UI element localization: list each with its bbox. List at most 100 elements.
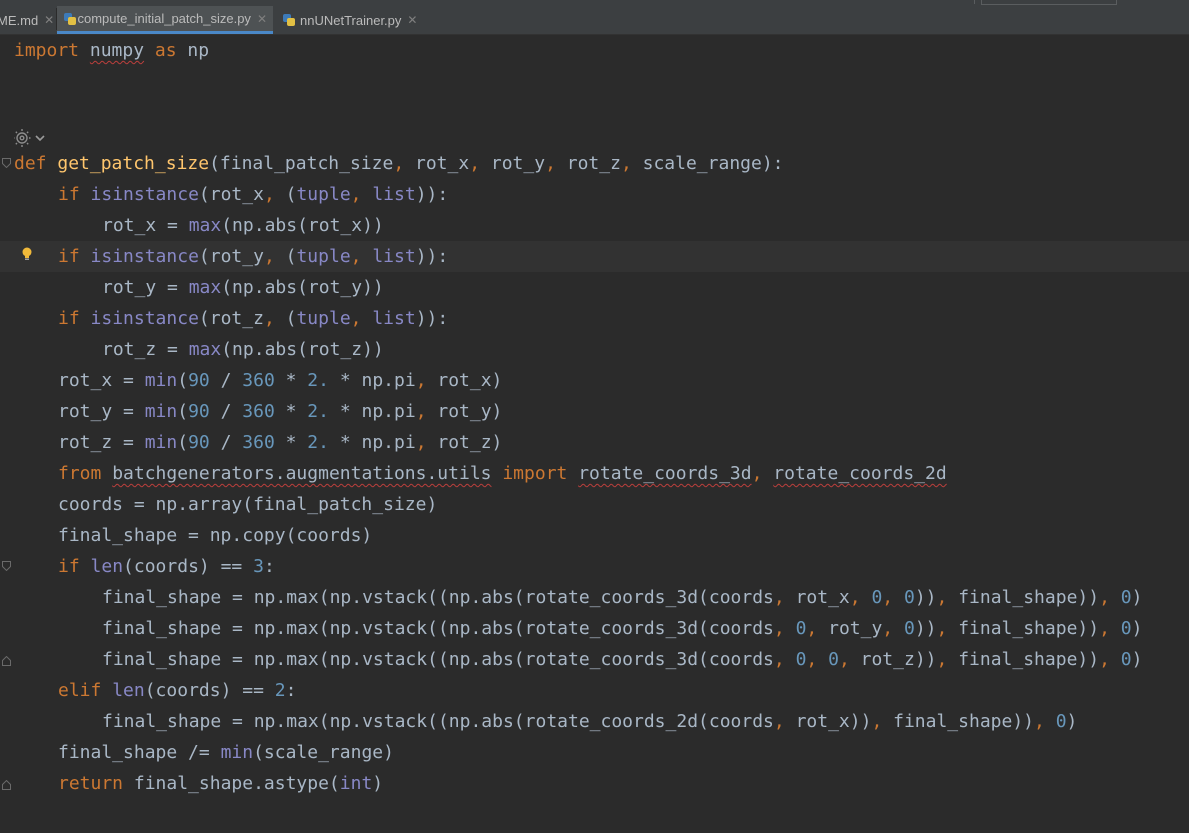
- function-name: get_patch_size: [57, 153, 210, 174]
- text: *: [274, 401, 308, 422]
- gutter-gear-icon[interactable]: [14, 128, 46, 148]
- comma: ,: [806, 649, 818, 670]
- text: final_shape /=: [58, 742, 221, 763]
- text: (: [274, 308, 297, 329]
- comma: ,: [936, 587, 948, 608]
- text: [762, 463, 773, 484]
- comma: ,: [882, 587, 894, 608]
- fold-icon[interactable]: [2, 158, 11, 168]
- text: [362, 246, 373, 267]
- keyword: if: [58, 184, 80, 205]
- builtin: list: [372, 184, 416, 205]
- text: rot_x): [426, 370, 503, 391]
- text: [492, 463, 503, 484]
- tab-compute-initial-patch-size[interactable]: compute_initial_patch_size.py ✕: [57, 6, 273, 34]
- fold-icon[interactable]: [2, 561, 11, 571]
- keyword: import: [14, 40, 80, 61]
- text: (rot_y: [198, 246, 264, 267]
- text: rot_z: [849, 649, 915, 670]
- code-line: if isinstance(rot_x, (tuple, list)):: [0, 179, 1189, 210]
- code-line: final_shape = np.max(np.vstack((np.abs(r…: [0, 613, 1189, 644]
- imported-name: rotate_coords_2d: [773, 463, 947, 484]
- keyword: elif: [58, 680, 102, 701]
- fold-icon[interactable]: [2, 656, 11, 666]
- comma: ,: [393, 153, 405, 174]
- number: 2.: [307, 401, 329, 422]
- text: * np.pi: [328, 401, 416, 422]
- builtin: isinstance: [90, 246, 199, 267]
- text: final_shape = np.max(np.vstack((np.abs(r…: [102, 649, 774, 670]
- keyword: def: [14, 153, 47, 174]
- text: (rot_z: [198, 308, 264, 329]
- comma: ,: [936, 649, 948, 670]
- module-name: numpy: [89, 40, 145, 61]
- code-editor[interactable]: import numpy as np def get_patch_size(fi…: [0, 35, 1189, 833]
- builtin: tuple: [296, 308, 351, 329]
- text: )):: [415, 308, 449, 329]
- text: [80, 184, 91, 205]
- text: (: [177, 370, 189, 391]
- comma: ,: [350, 184, 362, 205]
- number: 0: [1055, 711, 1067, 732]
- text: (np.abs(rot_y)): [221, 277, 384, 298]
- run-config-selector[interactable]: [981, 0, 1117, 5]
- text: ): [1066, 711, 1078, 732]
- comma: ,: [1099, 587, 1110, 608]
- builtin: len: [112, 680, 145, 701]
- comma: ,: [415, 370, 427, 391]
- chevron-down-icon: [35, 135, 45, 142]
- text: )): [914, 618, 937, 639]
- python-file-icon: [63, 12, 76, 26]
- text: rot_z =: [58, 432, 145, 453]
- text: [80, 308, 91, 329]
- text: scale_range):: [631, 153, 784, 174]
- text: [861, 587, 872, 608]
- text: final_shape)): [947, 649, 1100, 670]
- text: [101, 680, 112, 701]
- editor-tab-bar: ME.md ✕ compute_initial_patch_size.py ✕ …: [0, 0, 1189, 35]
- text: [893, 587, 904, 608]
- comma: ,: [263, 308, 275, 329]
- comma: ,: [773, 649, 785, 670]
- text: rot_x)): [784, 711, 872, 732]
- code-line: if len(coords) == 3:: [0, 551, 1189, 582]
- text: [79, 40, 90, 61]
- number: 0: [871, 587, 883, 608]
- text: [80, 246, 91, 267]
- comma: ,: [773, 618, 785, 639]
- comma: ,: [751, 463, 763, 484]
- python-file-icon: [282, 13, 296, 27]
- comma: ,: [350, 308, 362, 329]
- text: *: [274, 370, 308, 391]
- number: 90: [188, 432, 210, 453]
- comma: ,: [882, 618, 894, 639]
- number: 2.: [307, 370, 329, 391]
- close-icon[interactable]: ✕: [44, 13, 54, 27]
- builtin: max: [188, 215, 222, 236]
- text: rot_x =: [58, 370, 145, 391]
- text: final_shape)): [947, 587, 1100, 608]
- text: *: [274, 432, 308, 453]
- text: np: [176, 40, 210, 61]
- builtin: min: [144, 432, 178, 453]
- tab-readme[interactable]: ME.md ✕: [0, 6, 54, 34]
- text: /: [209, 401, 243, 422]
- text: )): [914, 649, 937, 670]
- close-icon[interactable]: ✕: [407, 13, 417, 27]
- tab-nnunet-trainer[interactable]: nnUNetTrainer.py ✕: [276, 6, 426, 34]
- builtin: min: [144, 370, 178, 391]
- fold-icon[interactable]: [2, 780, 11, 790]
- code-line: from batchgenerators.augmentations.utils…: [0, 458, 1189, 489]
- intention-bulb-icon[interactable]: [21, 246, 33, 267]
- text: (scale_range): [253, 742, 394, 763]
- number: 360: [242, 370, 275, 391]
- number: 90: [188, 370, 210, 391]
- text: (: [177, 432, 189, 453]
- text: rot_y: [480, 153, 546, 174]
- comma: ,: [806, 618, 818, 639]
- text: [80, 556, 91, 577]
- tab-label: compute_initial_patch_size.py: [77, 11, 251, 26]
- comma: ,: [415, 432, 427, 453]
- text: [567, 463, 578, 484]
- close-icon[interactable]: ✕: [257, 12, 267, 26]
